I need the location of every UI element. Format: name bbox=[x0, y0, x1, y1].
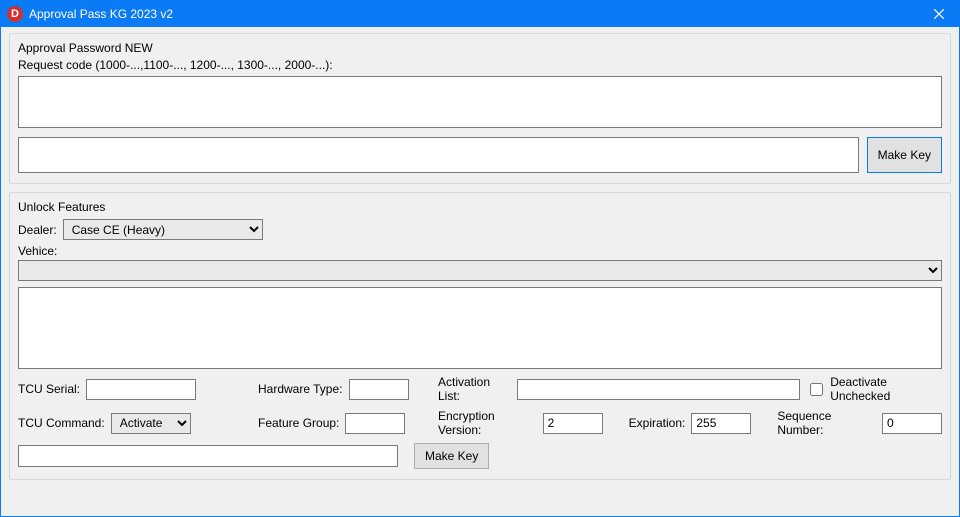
tcu-serial-label: TCU Serial: bbox=[18, 382, 80, 396]
deactivate-unchecked-checkbox[interactable]: Deactivate Unchecked bbox=[806, 375, 942, 403]
approval-make-key-button[interactable]: Make Key bbox=[867, 137, 942, 173]
row-cmd-fg-enc-exp-seq: TCU Command: Activate Feature Group: Enc… bbox=[18, 409, 942, 437]
encryption-version-label: Encryption Version: bbox=[438, 409, 537, 437]
feature-group-label: Feature Group: bbox=[258, 416, 339, 430]
feature-group-input[interactable] bbox=[345, 413, 405, 434]
dealer-select[interactable]: Case CE (Heavy) bbox=[63, 219, 263, 240]
titlebar: D Approval Pass KG 2023 v2 bbox=[1, 1, 959, 27]
unlock-output-input[interactable] bbox=[18, 445, 398, 467]
sequence-number-input[interactable] bbox=[882, 413, 942, 434]
client-area: Approval Password NEW Request code (1000… bbox=[1, 27, 959, 516]
activation-list-input[interactable] bbox=[517, 379, 800, 400]
approval-result-output[interactable] bbox=[18, 137, 859, 173]
tcu-command-select[interactable]: Activate bbox=[111, 413, 191, 434]
vehicle-select[interactable] bbox=[18, 260, 942, 281]
dealer-label: Dealer: bbox=[18, 223, 57, 237]
row-output-makekey: Make Key bbox=[18, 443, 942, 469]
close-icon bbox=[934, 9, 944, 19]
unlock-group-title: Unlock Features bbox=[18, 200, 942, 214]
expiration-input[interactable] bbox=[691, 413, 751, 434]
app-icon: D bbox=[7, 6, 23, 22]
unlock-make-key-button[interactable]: Make Key bbox=[414, 443, 489, 469]
request-code-input[interactable] bbox=[18, 76, 942, 128]
unlock-group: Unlock Features Dealer: Case CE (Heavy) … bbox=[9, 192, 951, 480]
deactivate-unchecked-input[interactable] bbox=[810, 383, 823, 396]
close-button[interactable] bbox=[919, 1, 959, 27]
vehicle-label: Vehice: bbox=[18, 244, 942, 258]
approval-group-title: Approval Password NEW bbox=[18, 41, 942, 55]
sequence-number-label: Sequence Number: bbox=[777, 409, 876, 437]
deactivate-unchecked-label: Deactivate Unchecked bbox=[830, 375, 942, 403]
activation-list-label: Activation List: bbox=[438, 375, 511, 403]
features-listbox[interactable] bbox=[18, 287, 942, 369]
app-window: D Approval Pass KG 2023 v2 Approval Pass… bbox=[0, 0, 960, 517]
encryption-version-input[interactable] bbox=[543, 413, 603, 434]
row-serial-hw-activation: TCU Serial: Hardware Type: Activation Li… bbox=[18, 375, 942, 403]
dealer-row: Dealer: Case CE (Heavy) bbox=[18, 219, 942, 240]
approval-group: Approval Password NEW Request code (1000… bbox=[9, 33, 951, 184]
window-title: Approval Pass KG 2023 v2 bbox=[29, 7, 919, 21]
tcu-command-label: TCU Command: bbox=[18, 416, 105, 430]
request-code-label: Request code (1000-...,1100-..., 1200-..… bbox=[18, 58, 942, 72]
expiration-label: Expiration: bbox=[629, 416, 686, 430]
vehicle-row: Vehice: bbox=[18, 244, 942, 281]
hardware-type-input[interactable] bbox=[349, 379, 409, 400]
hardware-type-label: Hardware Type: bbox=[258, 382, 343, 396]
tcu-serial-input[interactable] bbox=[86, 379, 196, 400]
